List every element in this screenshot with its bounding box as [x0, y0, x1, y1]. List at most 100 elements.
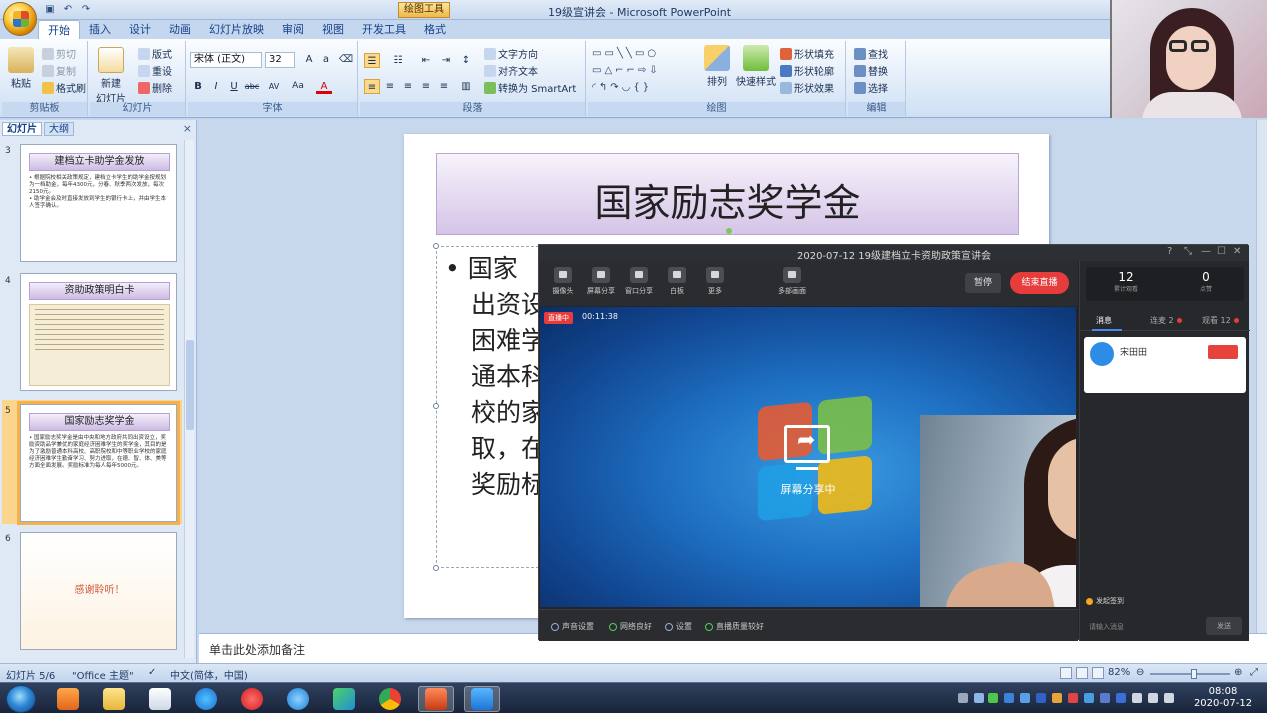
- tray-icon[interactable]: [1052, 693, 1062, 703]
- text-direction-button[interactable]: 文字方向: [484, 46, 538, 61]
- tray-icon[interactable]: [1020, 693, 1030, 703]
- change-case-button[interactable]: Aa: [290, 79, 306, 94]
- camera-button[interactable]: 摄像头: [545, 267, 581, 296]
- align-right-icon[interactable]: ≡: [400, 79, 416, 94]
- slideshow-view-icon[interactable]: [1092, 667, 1104, 679]
- powerpoint-taskbar-icon[interactable]: [418, 686, 454, 712]
- screen-share-button[interactable]: 屏幕分享: [583, 267, 619, 296]
- slide-thumbnail-3[interactable]: 建档立卡助学金发放 • 根据院校相关政策规定，建档立卡学生的助学金按规划为一档助…: [20, 144, 177, 262]
- paste-button[interactable]: 粘贴: [8, 47, 34, 90]
- end-live-button[interactable]: 结束直播: [1010, 272, 1069, 294]
- language[interactable]: 中文(简体，中国): [170, 667, 248, 682]
- netease-music-taskbar-icon[interactable]: [234, 686, 270, 712]
- phone-tray-icon[interactable]: [1132, 693, 1142, 703]
- shape-effects-button[interactable]: 形状效果: [780, 80, 834, 95]
- keyboard-tray-icon[interactable]: [958, 693, 968, 703]
- rotate-handle[interactable]: [726, 228, 732, 234]
- shapes-gallery[interactable]: ▭▭╲╲▭○ ▭△⌐⌐⇨⇩ ◜↰↷◡{}: [592, 45, 696, 99]
- chat-input[interactable]: 请输入消息: [1086, 619, 1196, 635]
- zoom-level[interactable]: 82%: [1108, 667, 1130, 678]
- align-text-button[interactable]: 对齐文本: [484, 63, 538, 78]
- find-button[interactable]: 查找: [854, 46, 888, 61]
- zoom-slider[interactable]: [1150, 669, 1230, 679]
- wechat-tray-icon[interactable]: [988, 693, 998, 703]
- volume-tray-icon[interactable]: [1164, 693, 1174, 703]
- tab-outline[interactable]: 大纲: [44, 122, 74, 136]
- shape-outline-button[interactable]: 形状轮廓: [780, 63, 834, 78]
- quick-styles-button[interactable]: 快速样式: [736, 45, 776, 88]
- tab-slides[interactable]: 幻灯片: [2, 122, 42, 136]
- font-name-select[interactable]: 宋体 (正文): [190, 52, 262, 68]
- save-icon[interactable]: ▣: [42, 3, 58, 17]
- expand-icon[interactable]: ⤡: [1184, 246, 1192, 257]
- columns-icon[interactable]: ▥: [458, 79, 474, 94]
- tab-home[interactable]: 开始: [38, 20, 80, 39]
- tray-icon[interactable]: [1036, 693, 1046, 703]
- fit-window-icon[interactable]: ⤢: [1250, 667, 1258, 678]
- chrome-taskbar-icon[interactable]: [372, 686, 408, 712]
- underline-button[interactable]: U: [226, 79, 242, 94]
- security-tray-icon[interactable]: [1004, 693, 1014, 703]
- zoom-in-icon[interactable]: ⊕: [1234, 667, 1242, 678]
- pause-button[interactable]: 暂停: [965, 273, 1001, 293]
- tab-developer[interactable]: 开发工具: [353, 20, 415, 39]
- clock[interactable]: 08:08 2020-07-12: [1188, 686, 1258, 710]
- close-icon[interactable]: ✕: [1233, 246, 1241, 257]
- video-player-taskbar-icon[interactable]: [326, 686, 362, 712]
- close-icon[interactable]: ×: [183, 122, 192, 135]
- reset-button[interactable]: 重设: [138, 63, 172, 78]
- pane-scrollbar[interactable]: [184, 140, 194, 658]
- font-size-select[interactable]: 32: [265, 52, 295, 68]
- replace-button[interactable]: 替换: [854, 63, 888, 78]
- help-icon[interactable]: ?: [1167, 246, 1172, 257]
- slide-title-box[interactable]: 国家励志奖学金: [436, 153, 1019, 235]
- decrease-indent-icon[interactable]: ⇤: [418, 53, 434, 68]
- vertical-scrollbar[interactable]: [1256, 120, 1267, 633]
- settings-button[interactable]: 设置: [665, 621, 692, 632]
- resize-handle[interactable]: [433, 403, 439, 409]
- char-spacing-button[interactable]: AV: [266, 79, 282, 94]
- spellcheck-icon[interactable]: ✓: [148, 667, 156, 678]
- normal-view-icon[interactable]: [1060, 667, 1072, 679]
- message-card[interactable]: 宋田田: [1084, 337, 1246, 393]
- slide-thumbnail-6[interactable]: 感谢聆听！: [20, 532, 177, 650]
- resize-handle[interactable]: [433, 565, 439, 571]
- cut-button[interactable]: 剪切: [42, 46, 76, 61]
- align-center-icon[interactable]: ≡: [382, 79, 398, 94]
- documents-taskbar-icon[interactable]: [142, 686, 178, 712]
- network-tray-icon[interactable]: [1148, 693, 1158, 703]
- arrange-button[interactable]: 排列: [704, 45, 730, 88]
- tab-insert[interactable]: 插入: [80, 20, 120, 39]
- tab-format[interactable]: 格式: [415, 20, 455, 39]
- grow-font-icon[interactable]: A: [301, 52, 317, 67]
- scroll-thumb[interactable]: [186, 340, 194, 430]
- select-button[interactable]: 选择: [854, 80, 888, 95]
- line-spacing-icon[interactable]: ↕: [458, 53, 474, 68]
- tab-slideshow[interactable]: 幻灯片放映: [200, 20, 273, 39]
- bluetooth-tray-icon[interactable]: [1116, 693, 1126, 703]
- justify-icon[interactable]: ≡: [418, 79, 434, 94]
- tab-messages[interactable]: 消息: [1096, 315, 1112, 326]
- webcam-feed-speaker[interactable]: [920, 415, 1076, 607]
- clear-format-icon[interactable]: ⌫: [338, 52, 354, 67]
- slide-thumbnail-4[interactable]: 资助政策明白卡: [20, 273, 177, 391]
- red-envelope-icon[interactable]: [1208, 345, 1238, 359]
- multi-view-button[interactable]: 多部画面: [771, 267, 813, 296]
- tray-icon[interactable]: [1068, 693, 1078, 703]
- undo-icon[interactable]: ↶: [60, 3, 76, 17]
- window-share-button[interactable]: 窗口分享: [621, 267, 657, 296]
- numbering-icon[interactable]: ☷: [390, 53, 406, 68]
- zoom-out-icon[interactable]: ⊖: [1136, 667, 1144, 678]
- slide-thumbnail-5[interactable]: 国家励志奖学金 • 国家励志奖学金是由中央和地方政府共同出资设立，奖励资助品学兼…: [20, 404, 177, 522]
- ie-taskbar-icon[interactable]: [280, 686, 316, 712]
- shrink-font-icon[interactable]: a: [318, 52, 334, 67]
- distributed-icon[interactable]: ≡: [436, 79, 452, 94]
- tray-icon[interactable]: [974, 693, 984, 703]
- resize-handle[interactable]: [433, 243, 439, 249]
- tab-mic-link[interactable]: 连麦 2: [1150, 315, 1182, 326]
- tab-view[interactable]: 视图: [313, 20, 353, 39]
- tray-icon[interactable]: [1100, 693, 1110, 703]
- maximize-icon[interactable]: ☐: [1217, 246, 1226, 257]
- tab-design[interactable]: 设计: [120, 20, 160, 39]
- format-painter-button[interactable]: 格式刷: [42, 80, 86, 95]
